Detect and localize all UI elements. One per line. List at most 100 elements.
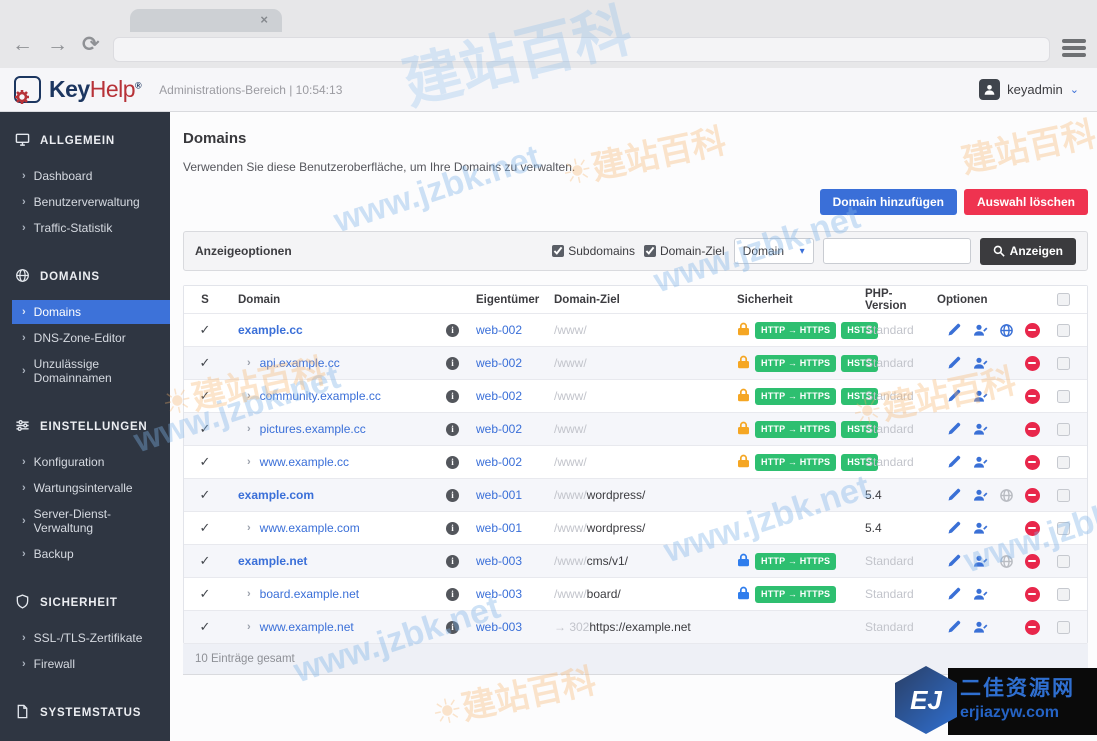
owner-link[interactable]: web-002 [476,422,522,436]
edit-icon[interactable] [947,521,961,535]
owner-link[interactable]: web-002 [476,455,522,469]
owner-link[interactable]: web-002 [476,356,522,370]
edit-icon[interactable] [947,323,961,337]
edit-icon[interactable] [947,620,961,634]
select-all-checkbox[interactable] [1057,293,1070,306]
owner-link[interactable]: web-001 [476,521,522,535]
row-checkbox[interactable] [1057,555,1070,568]
globe-icon[interactable] [999,554,1014,569]
owner-link[interactable]: web-003 [476,620,522,634]
domain-link[interactable]: www.example.com [260,521,360,535]
info-icon[interactable]: i [446,489,459,502]
sidebar-item-dashboard[interactable]: ›Dashboard [0,164,170,188]
subdomains-checkbox-input[interactable] [552,245,564,257]
sidebar-item-server-dienst-verwaltung[interactable]: ›Server-Dienst-Verwaltung [0,502,170,540]
row-checkbox[interactable] [1057,621,1070,634]
sidebar-item-dns-zone-editor[interactable]: ›DNS-Zone-Editor [0,326,170,350]
globe-icon[interactable] [999,488,1014,503]
sidebar-item-konfiguration[interactable]: ›Konfiguration [0,450,170,474]
domain-target-checkbox[interactable]: Domain-Ziel [644,244,725,258]
disable-icon[interactable] [1025,389,1040,404]
sidebar-item-benutzerverwaltung[interactable]: ›Benutzerverwaltung [0,190,170,214]
browser-tab[interactable]: × [130,9,282,32]
edit-user-icon[interactable] [973,554,988,568]
filter-type-select[interactable]: Domain ▾ [734,238,814,264]
row-checkbox[interactable] [1057,588,1070,601]
edit-user-icon[interactable] [973,521,988,535]
domain-link[interactable]: board.example.net [260,587,359,601]
disable-icon[interactable] [1025,455,1040,470]
info-icon[interactable]: i [446,621,459,634]
tab-close-icon[interactable]: × [260,12,268,27]
sidebar-item-ssl-tls-zertifikate[interactable]: ›SSL-/TLS-Zertifikate [0,626,170,650]
show-button[interactable]: Anzeigen [980,238,1076,265]
domain-link[interactable]: www.example.cc [260,455,349,469]
globe-icon[interactable] [999,323,1014,338]
edit-icon[interactable] [947,488,961,502]
row-checkbox[interactable] [1057,456,1070,469]
row-checkbox[interactable] [1057,390,1070,403]
domain-link[interactable]: pictures.example.cc [260,422,366,436]
edit-icon[interactable] [947,587,961,601]
address-bar[interactable] [113,37,1050,62]
sidebar-item-traffic-statistik[interactable]: ›Traffic-Statistik [0,216,170,240]
user-menu[interactable]: keyadmin ⌄ [979,79,1079,100]
sidebar-item-domains[interactable]: ›Domains [12,300,170,324]
domain-link[interactable]: www.example.net [260,620,354,634]
row-checkbox[interactable] [1057,357,1070,370]
edit-user-icon[interactable] [973,455,988,469]
owner-link[interactable]: web-003 [476,587,522,601]
disable-icon[interactable] [1025,422,1040,437]
edit-user-icon[interactable] [973,323,988,337]
edit-user-icon[interactable] [973,620,988,634]
disable-icon[interactable] [1025,356,1040,371]
filter-search-input[interactable] [823,238,971,264]
info-icon[interactable]: i [446,324,459,337]
browser-menu-icon[interactable] [1062,39,1086,60]
domain-target-checkbox-input[interactable] [644,245,656,257]
info-icon[interactable]: i [446,390,459,403]
row-checkbox[interactable] [1057,522,1070,535]
row-checkbox[interactable] [1057,324,1070,337]
disable-icon[interactable] [1025,554,1040,569]
domain-link[interactable]: example.net [238,554,307,568]
info-icon[interactable]: i [446,555,459,568]
domain-link[interactable]: example.cc [238,323,303,337]
row-checkbox[interactable] [1057,489,1070,502]
edit-icon[interactable] [947,554,961,568]
forward-icon[interactable]: → [47,34,68,55]
domain-link[interactable]: example.com [238,488,314,502]
sidebar-item-wartungsintervalle[interactable]: ›Wartungsintervalle [0,476,170,500]
add-domain-button[interactable]: Domain hinzufügen [820,189,957,215]
edit-icon[interactable] [947,455,961,469]
subdomains-checkbox[interactable]: Subdomains [552,244,635,258]
disable-icon[interactable] [1025,521,1040,536]
edit-icon[interactable] [947,389,961,403]
owner-link[interactable]: web-002 [476,389,522,403]
reload-icon[interactable]: ⟳ [82,34,100,55]
sidebar-item-protokolle[interactable]: ›Protokolle [0,736,170,741]
back-icon[interactable]: ← [12,34,33,55]
info-icon[interactable]: i [446,456,459,469]
domain-link[interactable]: api.example.cc [260,356,340,370]
delete-selection-button[interactable]: Auswahl löschen [964,189,1088,215]
disable-icon[interactable] [1025,323,1040,338]
info-icon[interactable]: i [446,357,459,370]
info-icon[interactable]: i [446,423,459,436]
disable-icon[interactable] [1025,587,1040,602]
edit-user-icon[interactable] [973,587,988,601]
edit-user-icon[interactable] [973,422,988,436]
info-icon[interactable]: i [446,522,459,535]
edit-user-icon[interactable] [973,389,988,403]
domain-link[interactable]: community.example.cc [260,389,381,403]
edit-icon[interactable] [947,356,961,370]
edit-user-icon[interactable] [973,356,988,370]
row-checkbox[interactable] [1057,423,1070,436]
owner-link[interactable]: web-001 [476,488,522,502]
sidebar-item-backup[interactable]: ›Backup [0,542,170,566]
edit-user-icon[interactable] [973,488,988,502]
sidebar-item-unzul-ssige-domainnamen[interactable]: ›Unzulässige Domainnamen [0,352,170,390]
disable-icon[interactable] [1025,620,1040,635]
sidebar-item-firewall[interactable]: ›Firewall [0,652,170,676]
disable-icon[interactable] [1025,488,1040,503]
